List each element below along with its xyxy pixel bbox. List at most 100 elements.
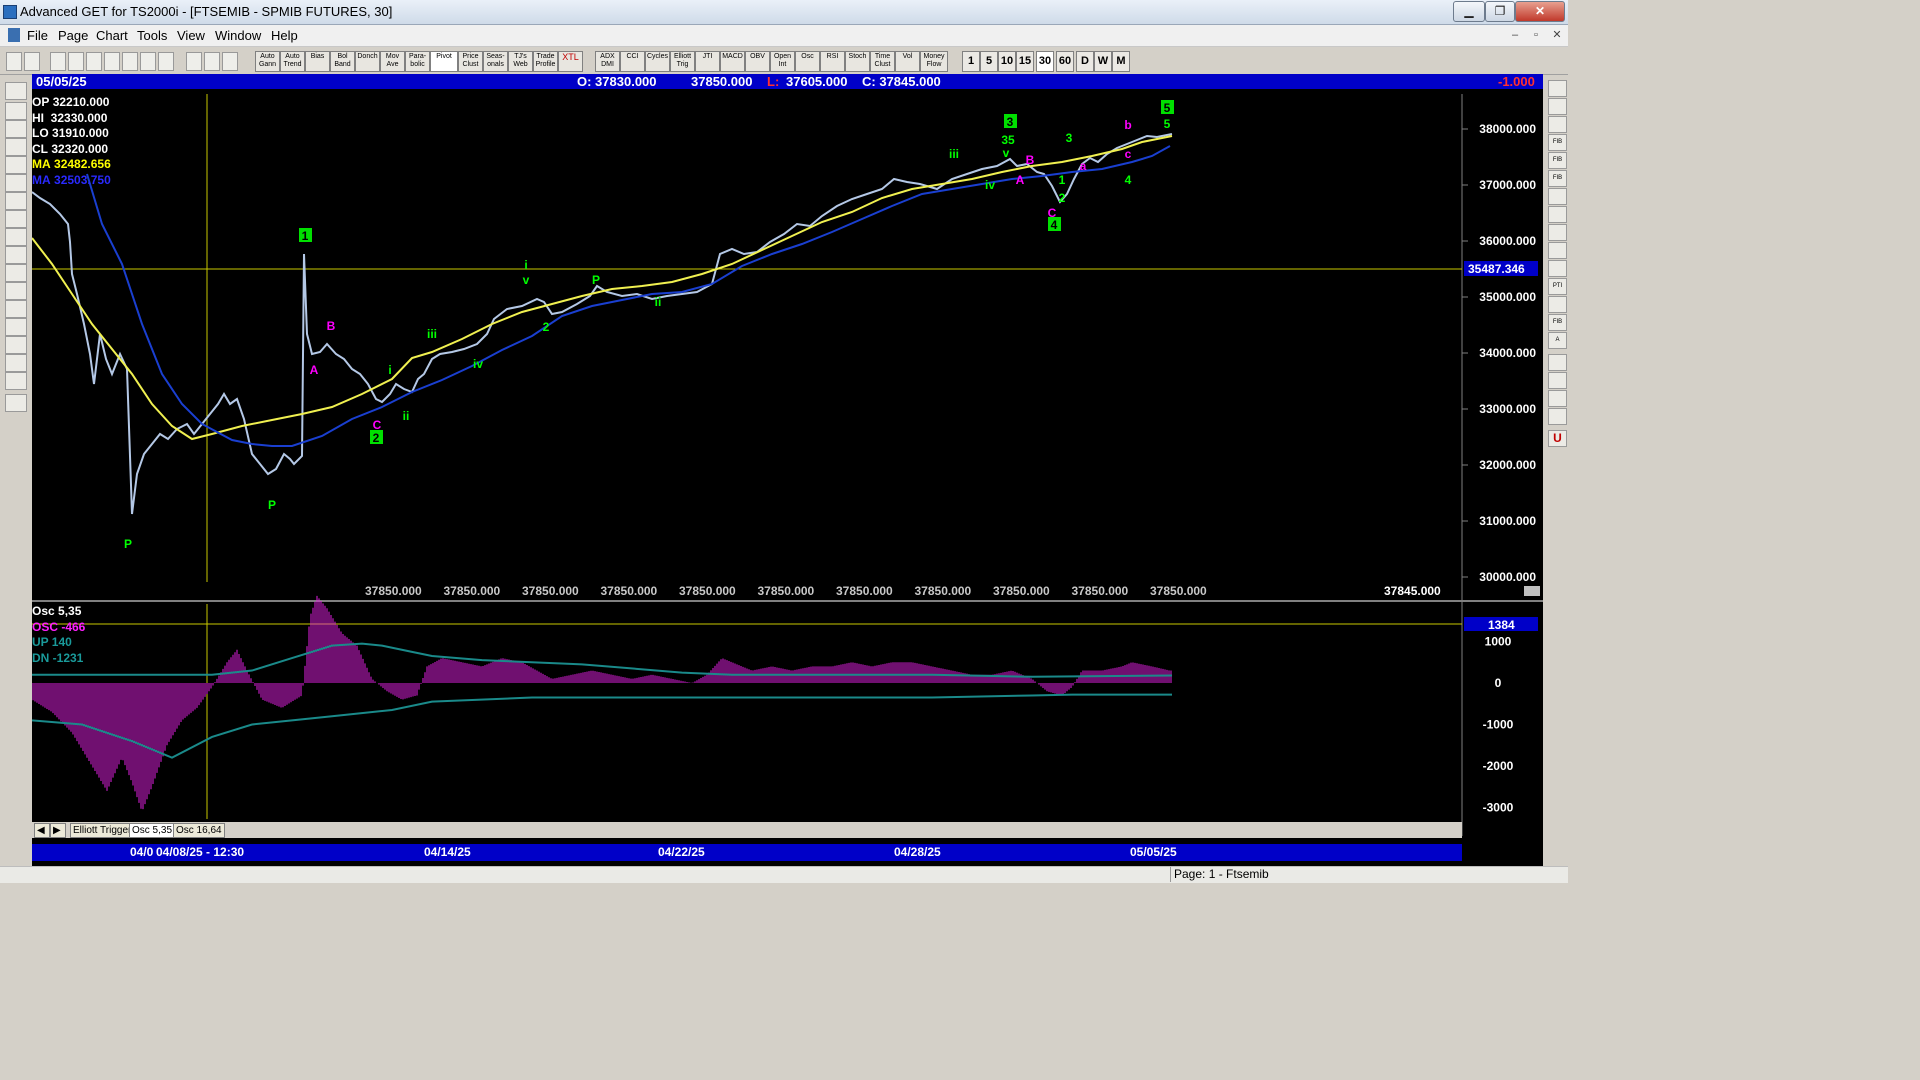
timeframe-10[interactable]: 10 [998, 51, 1016, 72]
timeframe-weekly[interactable]: W [1094, 51, 1112, 72]
timeframe-30[interactable]: 30 [1036, 51, 1054, 72]
lines-icon[interactable] [5, 318, 27, 336]
study-rsi[interactable]: RSI [820, 51, 845, 72]
study-time-clust[interactable]: Time Clust [870, 51, 895, 72]
study-pivot[interactable]: Pivot [430, 51, 458, 72]
ray-icon[interactable] [1548, 80, 1567, 97]
chart-area[interactable]: 05/05/25 O: 37830.000 37850.000 L: 37605… [32, 74, 1543, 866]
fib-ext-icon[interactable]: FIB [1548, 152, 1567, 169]
study-cci[interactable]: CCI [620, 51, 645, 72]
restore-button[interactable]: ❐ [1485, 1, 1515, 22]
study-auto-gann[interactable]: Auto Gann [255, 51, 280, 72]
close-chart-icon[interactable] [140, 52, 156, 71]
tab-scroll-right-icon[interactable]: ▶ [50, 823, 66, 838]
study-parabolic[interactable]: Para-bolic [405, 51, 430, 72]
arrow-up-icon[interactable] [5, 174, 27, 192]
mdi-close-icon[interactable]: ✕ [1548, 27, 1566, 43]
zoom-icon[interactable] [5, 282, 27, 300]
study-elliott-trig[interactable]: Elliott Trig [670, 51, 695, 72]
tab-osc-5-35[interactable]: Osc 5,35 [129, 823, 176, 838]
print-icon[interactable] [186, 52, 202, 71]
grid-icon[interactable] [158, 52, 174, 71]
new-icon[interactable] [50, 52, 66, 71]
grid-toggle-icon[interactable] [5, 300, 27, 318]
study-cycles[interactable]: Cycles [645, 51, 670, 72]
study-macd[interactable]: MACD [720, 51, 745, 72]
study-open-int[interactable]: Open Int [770, 51, 795, 72]
study-obv[interactable]: OBV [745, 51, 770, 72]
arrow-right-icon[interactable] [5, 228, 27, 246]
menu-page[interactable]: Page [58, 28, 88, 43]
timeframe-60[interactable]: 60 [1056, 51, 1074, 72]
reset-icon[interactable] [5, 120, 27, 138]
text-tool-icon[interactable]: A [1548, 332, 1567, 349]
timeframe-5[interactable]: 5 [980, 51, 998, 72]
timeframe-15[interactable]: 15 [1016, 51, 1034, 72]
table-icon[interactable] [1548, 296, 1567, 313]
fib-box-icon[interactable]: FIB [1548, 314, 1567, 331]
expand-icon[interactable] [5, 264, 27, 282]
notes-icon[interactable] [1548, 408, 1567, 425]
magnify-icon[interactable] [1548, 354, 1567, 371]
study-stoch[interactable]: Stoch [845, 51, 870, 72]
tab-scroll-left-icon[interactable]: ◀ [34, 823, 50, 838]
fib-icon[interactable] [5, 354, 27, 372]
arrow-left-icon[interactable] [5, 210, 27, 228]
study-osc[interactable]: Osc [795, 51, 820, 72]
menu-tools[interactable]: Tools [137, 28, 167, 43]
help-icon[interactable] [204, 52, 220, 71]
study-jti[interactable]: JTI [695, 51, 720, 72]
layers-icon[interactable] [1548, 390, 1567, 407]
gann-icon[interactable] [5, 336, 27, 354]
quote-icon[interactable] [24, 52, 40, 71]
pitchfork-icon[interactable] [1548, 260, 1567, 277]
study-bol-band[interactable]: Bol Band [330, 51, 355, 72]
arrow-down-icon[interactable] [5, 192, 27, 210]
context-help-icon[interactable] [222, 52, 238, 71]
eraser-icon[interactable] [5, 394, 27, 412]
window-icon[interactable] [122, 52, 138, 71]
close-button[interactable]: ✕ [1515, 1, 1565, 22]
study-auto-trend[interactable]: Auto Trend [280, 51, 305, 72]
ellipse-icon[interactable] [1548, 242, 1567, 259]
back-icon[interactable] [86, 52, 102, 71]
tab-osc-16-64[interactable]: Osc 16,64 [173, 823, 225, 838]
minimize-button[interactable]: ▁ [1453, 1, 1485, 22]
study-icon[interactable] [5, 138, 27, 156]
study-adx-dmi[interactable]: ADX DMI [595, 51, 620, 72]
study-xtl[interactable]: XTL [558, 51, 583, 72]
crosshair-icon[interactable] [5, 372, 27, 390]
menu-view[interactable]: View [177, 28, 205, 43]
paint-icon[interactable] [1548, 372, 1567, 389]
forward-icon[interactable] [104, 52, 120, 71]
fan-icon[interactable] [1548, 206, 1567, 223]
spiral-icon[interactable] [1548, 188, 1567, 205]
study-price-clust[interactable]: Price Clust [458, 51, 483, 72]
timeframe-daily[interactable]: D [1076, 51, 1094, 72]
trendline-icon[interactable] [1548, 98, 1567, 115]
magnet-icon[interactable]: U [1548, 430, 1567, 447]
copy-icon[interactable] [68, 52, 84, 71]
open-icon[interactable] [5, 82, 27, 100]
menu-help[interactable]: Help [271, 28, 298, 43]
study-tjs-web[interactable]: TJ's Web [508, 51, 533, 72]
pointer-icon[interactable] [6, 52, 22, 71]
menu-file[interactable]: File [27, 28, 48, 43]
channel-icon[interactable] [1548, 116, 1567, 133]
study-seasonals[interactable]: Seas-onals [483, 51, 508, 72]
study-money-flow[interactable]: Money Flow [920, 51, 948, 72]
study-donch[interactable]: Donch [355, 51, 380, 72]
menu-chart[interactable]: Chart [96, 28, 128, 43]
study-vol[interactable]: Vol [895, 51, 920, 72]
scale-icon[interactable] [5, 102, 27, 120]
doc-icon[interactable] [8, 28, 20, 42]
timeframe-monthly[interactable]: M [1112, 51, 1130, 72]
box-icon[interactable] [1548, 224, 1567, 241]
menu-window[interactable]: Window [215, 28, 261, 43]
mdi-minimize-icon[interactable]: – [1506, 27, 1524, 43]
mdi-restore-icon[interactable]: ▫ [1527, 27, 1545, 43]
study-mov-ave[interactable]: Mov Ave [380, 51, 405, 72]
elliott-icon[interactable] [5, 156, 27, 174]
compress-icon[interactable] [5, 246, 27, 264]
tab-elliott-trigger[interactable]: Elliott Trigger [70, 823, 135, 838]
